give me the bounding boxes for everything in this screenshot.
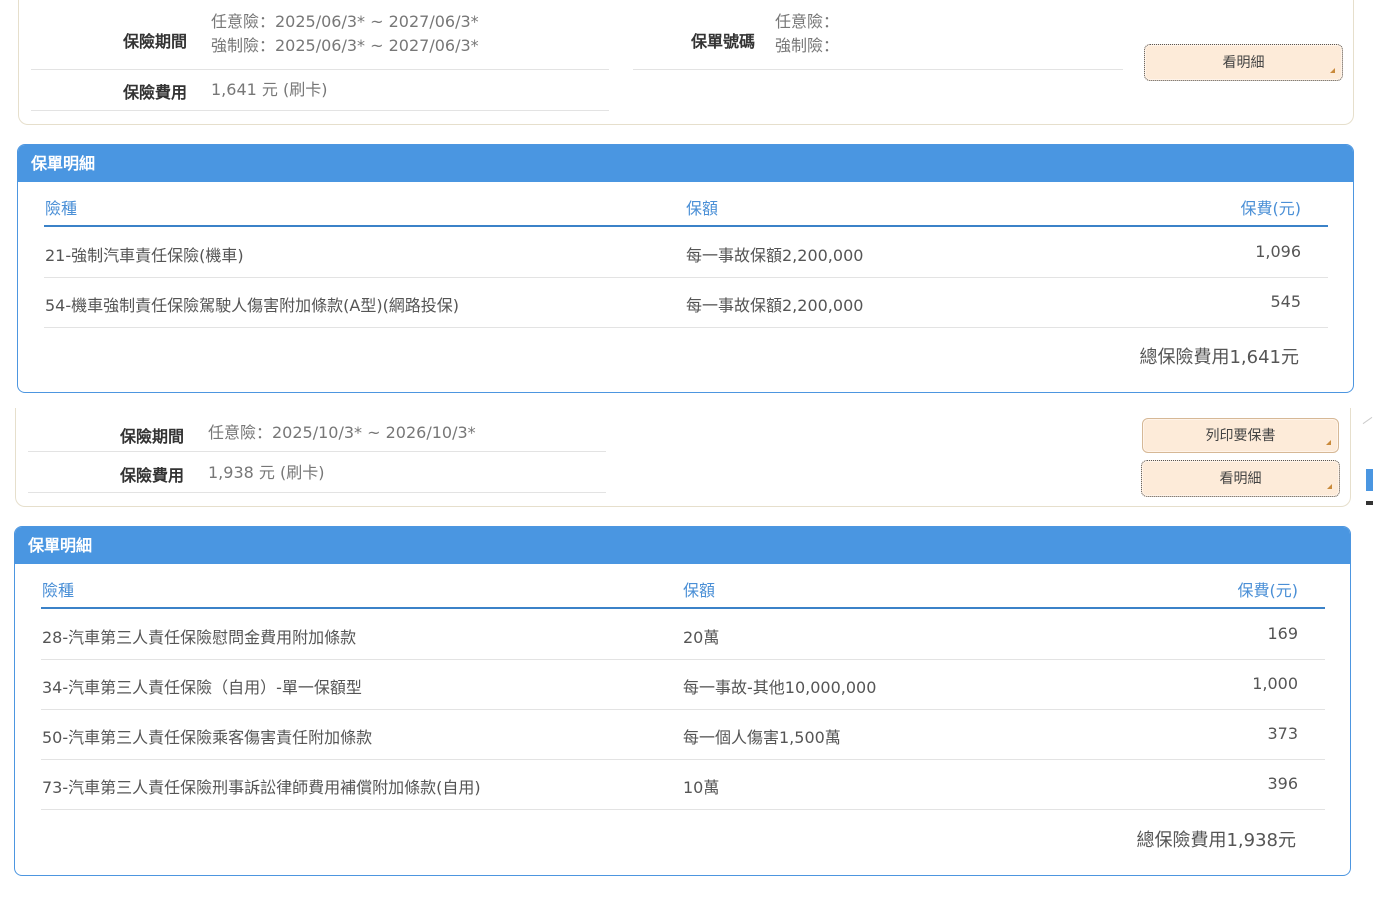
row-coverage: 每一事故保額2,200,000 <box>686 246 864 265</box>
row-premium: 1,096 <box>1255 242 1301 261</box>
period-voluntary: 任意險：2025/06/3* ~ 2027/06/3* <box>211 12 479 31</box>
header-insurance-type: 險種 <box>45 199 78 218</box>
policy-detail-panel-2: 保單明細 險種 保額 保費(元) 28-汽車第三人責任保險慰問金費用附加條款 2… <box>14 526 1351 876</box>
header-insurance-type: 險種 <box>42 581 75 600</box>
table-header: 險種 保額 保費(元) <box>44 182 1328 227</box>
policy-number-voluntary: 任意險： <box>775 12 840 31</box>
row-premium: 545 <box>1270 292 1301 311</box>
row-premium: 396 <box>1267 774 1298 793</box>
row-coverage: 10萬 <box>683 778 720 797</box>
fee-label: 保險費用 <box>119 466 184 485</box>
policy-summary-2: 保險期間 任意險：2025/10/3* ~ 2026/10/3* 保險費用 1,… <box>15 408 1351 507</box>
row-premium: 1,000 <box>1252 674 1298 693</box>
row-insurance-type: 21-強制汽車責任保險(機車) <box>45 246 244 265</box>
fee-value: 1,641 元 (刷卡) <box>211 80 328 99</box>
table-row: 54-機車強制責任保險駕駛人傷害附加條款(A型)(網路投保) 每一事故保額2,2… <box>44 278 1328 328</box>
header-premium: 保費(元) <box>1240 199 1302 218</box>
period-label: 保險期間 <box>122 32 187 51</box>
period-row: 保險期間 任意險：2025/10/3* ~ 2026/10/3* <box>28 412 606 452</box>
panel-title: 保單明細 <box>18 145 1353 182</box>
panel-title: 保單明細 <box>15 527 1350 564</box>
edge-tab-marker <box>1366 469 1373 491</box>
header-coverage: 保額 <box>683 581 716 600</box>
view-details-button[interactable]: 看明細 <box>1141 460 1340 497</box>
period-label: 保險期間 <box>119 427 184 446</box>
fee-value: 1,938 元 (刷卡) <box>208 463 325 482</box>
print-application-button[interactable]: 列印要保書 <box>1142 418 1339 453</box>
fee-row: 保險費用 1,641 元 (刷卡) <box>31 70 609 111</box>
table-row: 34-汽車第三人責任保險（自用）-單一保額型 每一事故-其他10,000,000… <box>41 660 1325 710</box>
total-premium: 總保險費用1,641元 <box>1139 347 1299 368</box>
row-coverage: 每一個人傷害1,500萬 <box>683 728 841 747</box>
table-row: 21-強制汽車責任保險(機車) 每一事故保額2,200,000 1,096 <box>44 228 1328 278</box>
period-compulsory: 強制險：2025/06/3* ~ 2027/06/3* <box>211 36 479 55</box>
row-coverage: 每一事故保額2,200,000 <box>686 296 864 315</box>
table-row: 28-汽車第三人責任保險慰問金費用附加條款 20萬 169 <box>41 610 1325 660</box>
row-insurance-type: 54-機車強制責任保險駕駛人傷害附加條款(A型)(網路投保) <box>45 296 460 315</box>
table-row: 50-汽車第三人責任保險乘客傷害責任附加條款 每一個人傷害1,500萬 373 <box>41 710 1325 760</box>
header-premium: 保費(元) <box>1237 581 1299 600</box>
table-header: 險種 保額 保費(元) <box>41 564 1325 609</box>
row-insurance-type: 73-汽車第三人責任保險刑事訴訟律師費用補償附加條款(自用) <box>42 778 481 797</box>
edge-underline <box>1366 501 1373 505</box>
edge-divider <box>1362 416 1373 425</box>
header-coverage: 保額 <box>686 199 719 218</box>
policy-detail-panel-1: 保單明細 險種 保額 保費(元) 21-強制汽車責任保險(機車) 每一事故保額2… <box>17 144 1354 393</box>
row-premium: 373 <box>1267 724 1298 743</box>
row-premium: 169 <box>1267 624 1298 643</box>
period-voluntary: 任意險：2025/10/3* ~ 2026/10/3* <box>208 423 476 442</box>
policy-number-compulsory: 強制險： <box>775 36 840 55</box>
fee-row: 保險費用 1,938 元 (刷卡) <box>28 452 606 493</box>
period-row: 保險期間 任意險：2025/06/3* ~ 2027/06/3* 強制險：202… <box>31 10 609 70</box>
row-insurance-type: 50-汽車第三人責任保險乘客傷害責任附加條款 <box>42 728 373 747</box>
table-row: 73-汽車第三人責任保險刑事訴訟律師費用補償附加條款(自用) 10萬 396 <box>41 760 1325 810</box>
row-insurance-type: 28-汽車第三人責任保險慰問金費用附加條款 <box>42 628 357 647</box>
view-details-button[interactable]: 看明細 <box>1144 44 1343 81</box>
row-coverage: 20萬 <box>683 628 720 647</box>
fee-label: 保險費用 <box>122 83 187 102</box>
row-coverage: 每一事故-其他10,000,000 <box>683 678 877 697</box>
total-premium: 總保險費用1,938元 <box>1136 830 1296 851</box>
row-insurance-type: 34-汽車第三人責任保險（自用）-單一保額型 <box>42 678 362 697</box>
policy-number-label: 保單號碼 <box>690 32 755 51</box>
policy-summary-1: 保險期間 任意險：2025/06/3* ~ 2027/06/3* 強制險：202… <box>18 0 1354 125</box>
policy-number-row: 保單號碼 任意險： 強制險： <box>633 10 1123 70</box>
